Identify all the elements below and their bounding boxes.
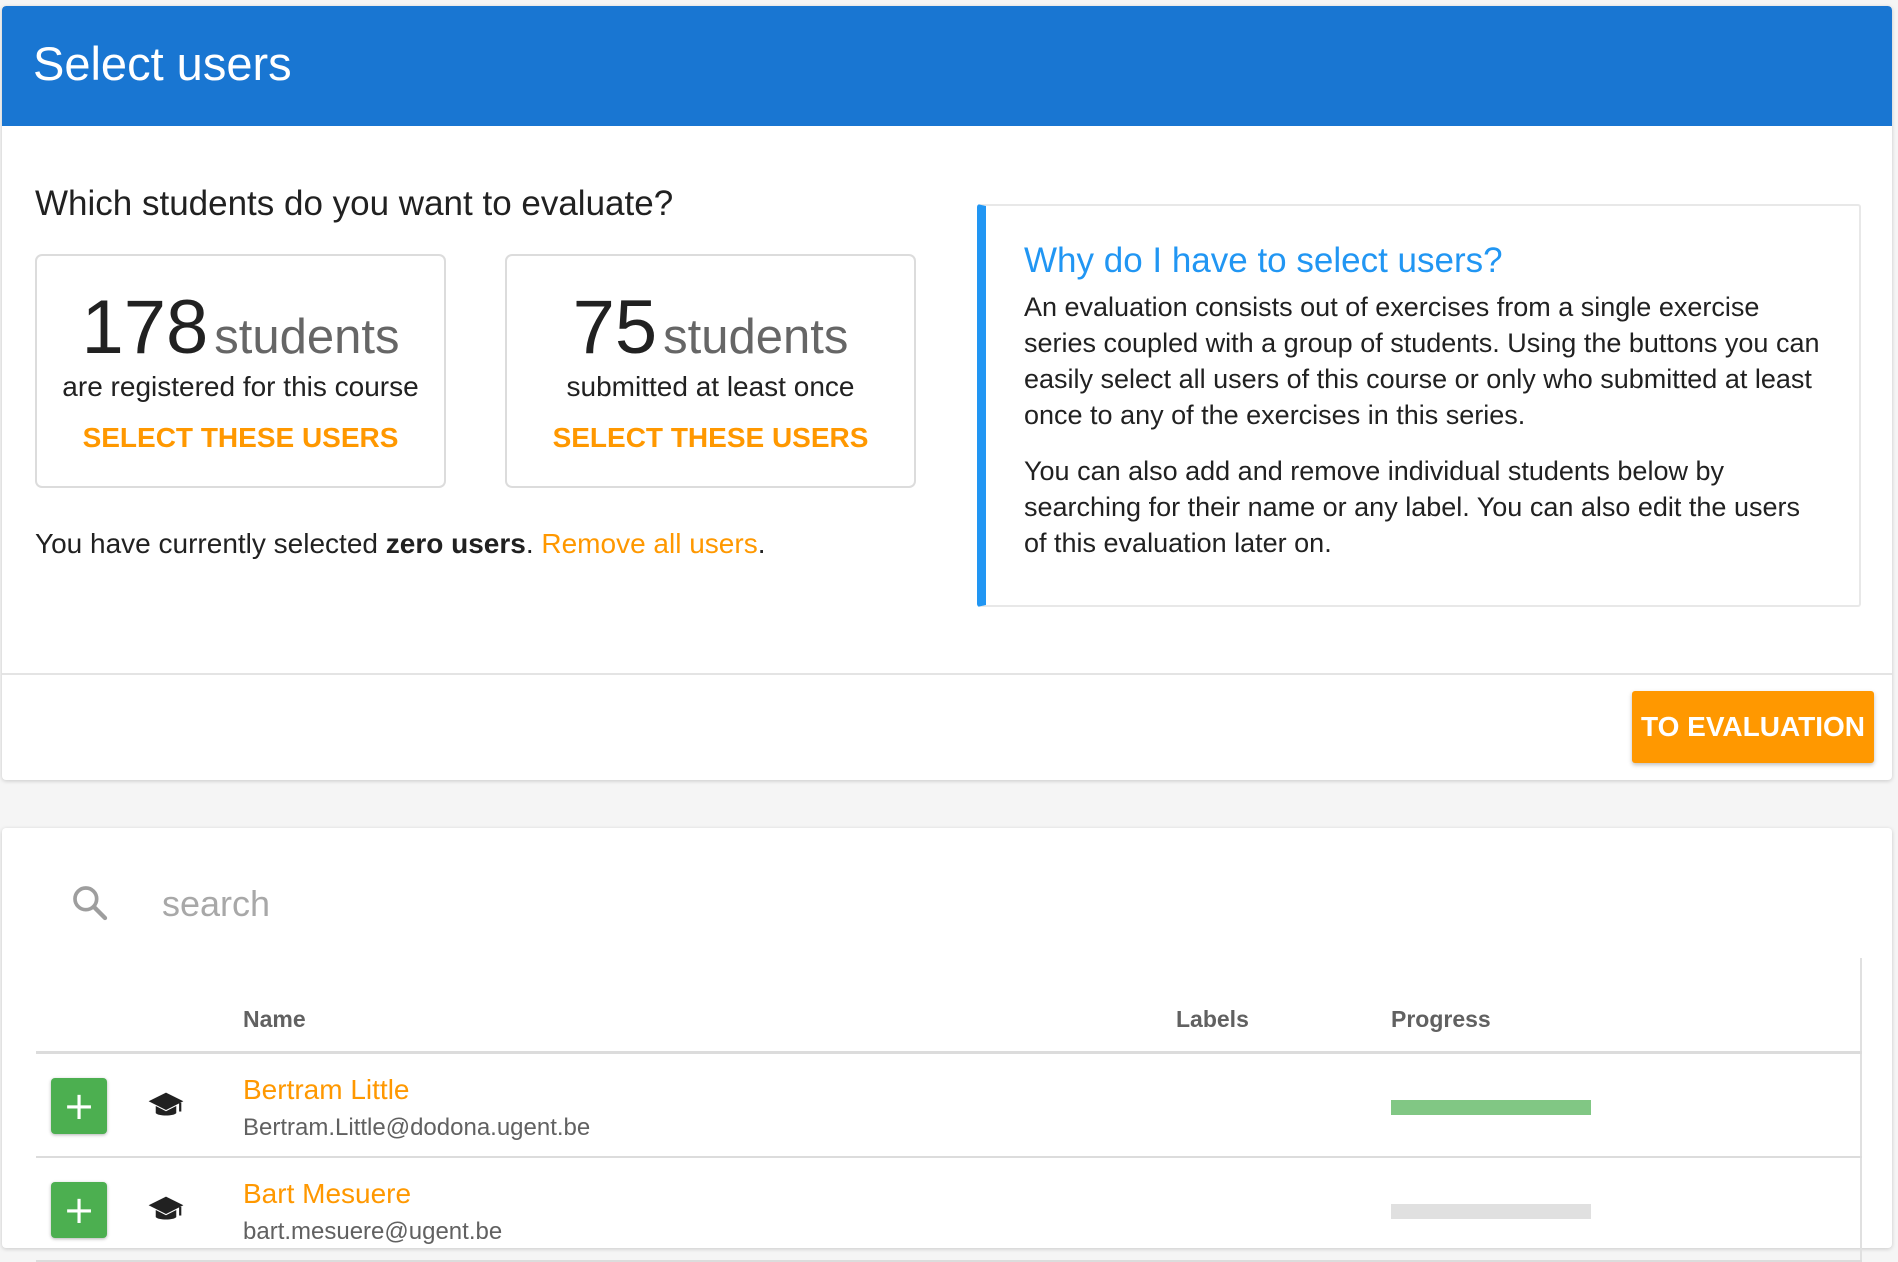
- column-header-labels: Labels: [1176, 1006, 1249, 1032]
- select-registered-button[interactable]: SELECT THESE USERS: [37, 422, 444, 454]
- page-title: Select users: [2, 6, 1892, 126]
- table-row: + Bart Mesuere bart.mesuere@ugent.be: [36, 1158, 1862, 1262]
- registered-count: 178: [81, 285, 209, 370]
- selection-prefix: You have currently selected: [35, 528, 386, 559]
- progress-bar: [1391, 1204, 1591, 1219]
- select-users-card: Select users Which students do you want …: [2, 6, 1892, 780]
- add-user-button[interactable]: +: [51, 1078, 107, 1134]
- search-input[interactable]: [162, 876, 762, 932]
- table-header: Name Labels Progress: [36, 958, 1862, 1054]
- search-icon: [73, 886, 108, 921]
- column-header-progress: Progress: [1391, 1006, 1491, 1032]
- user-list-card: Name Labels Progress + Bertram Little Be…: [2, 828, 1892, 1262]
- graduation-cap-icon: [148, 1196, 184, 1220]
- info-callout: Why do I have to select users? An evalua…: [977, 204, 1861, 607]
- users-table: Name Labels Progress + Bertram Little Be…: [36, 958, 1862, 1262]
- user-name-link[interactable]: Bart Mesuere: [243, 1178, 411, 1210]
- submitted-students-box: 75 students submitted at least once SELEC…: [505, 254, 916, 488]
- submitted-unit: students: [663, 310, 849, 364]
- progress-bar: [1391, 1100, 1591, 1115]
- user-email: bart.mesuere@ugent.be: [243, 1218, 503, 1245]
- user-email: Bertram.Little@dodona.ugent.be: [243, 1114, 591, 1141]
- graduation-cap-icon: [148, 1092, 184, 1116]
- to-evaluation-button[interactable]: TO EVALUATION: [1632, 691, 1874, 763]
- column-header-name[interactable]: Name: [243, 1006, 306, 1033]
- info-paragraph: You can also add and remove individual s…: [1024, 456, 1800, 558]
- add-user-button[interactable]: +: [51, 1182, 107, 1238]
- registered-students-box: 178 students are registered for this cour…: [35, 254, 446, 488]
- registered-description: are registered for this course: [62, 371, 419, 402]
- remove-all-users-link[interactable]: Remove all users: [541, 528, 757, 559]
- progress-fill: [1391, 1100, 1591, 1115]
- info-paragraph: An evaluation consists out of exercises …: [1024, 292, 1820, 430]
- card-divider: [2, 673, 1892, 675]
- user-name-link[interactable]: Bertram Little: [243, 1074, 410, 1106]
- select-submitted-button[interactable]: SELECT THESE USERS: [507, 422, 914, 454]
- selection-amount: zero users: [385, 528, 526, 559]
- question-heading: Which students do you want to evaluate?: [35, 184, 674, 223]
- selection-status: You have currently selected zero users. …: [35, 528, 765, 560]
- search-bar: [2, 828, 1892, 953]
- selection-suffix: .: [757, 528, 766, 559]
- registered-unit: students: [214, 310, 400, 364]
- selection-separator: .: [525, 528, 542, 559]
- submitted-description: submitted at least once: [566, 371, 855, 402]
- submitted-count: 75: [572, 285, 658, 370]
- info-title: Why do I have to select users?: [1024, 241, 1503, 280]
- table-row: + Bertram Little Bertram.Little@dodona.u…: [36, 1054, 1862, 1158]
